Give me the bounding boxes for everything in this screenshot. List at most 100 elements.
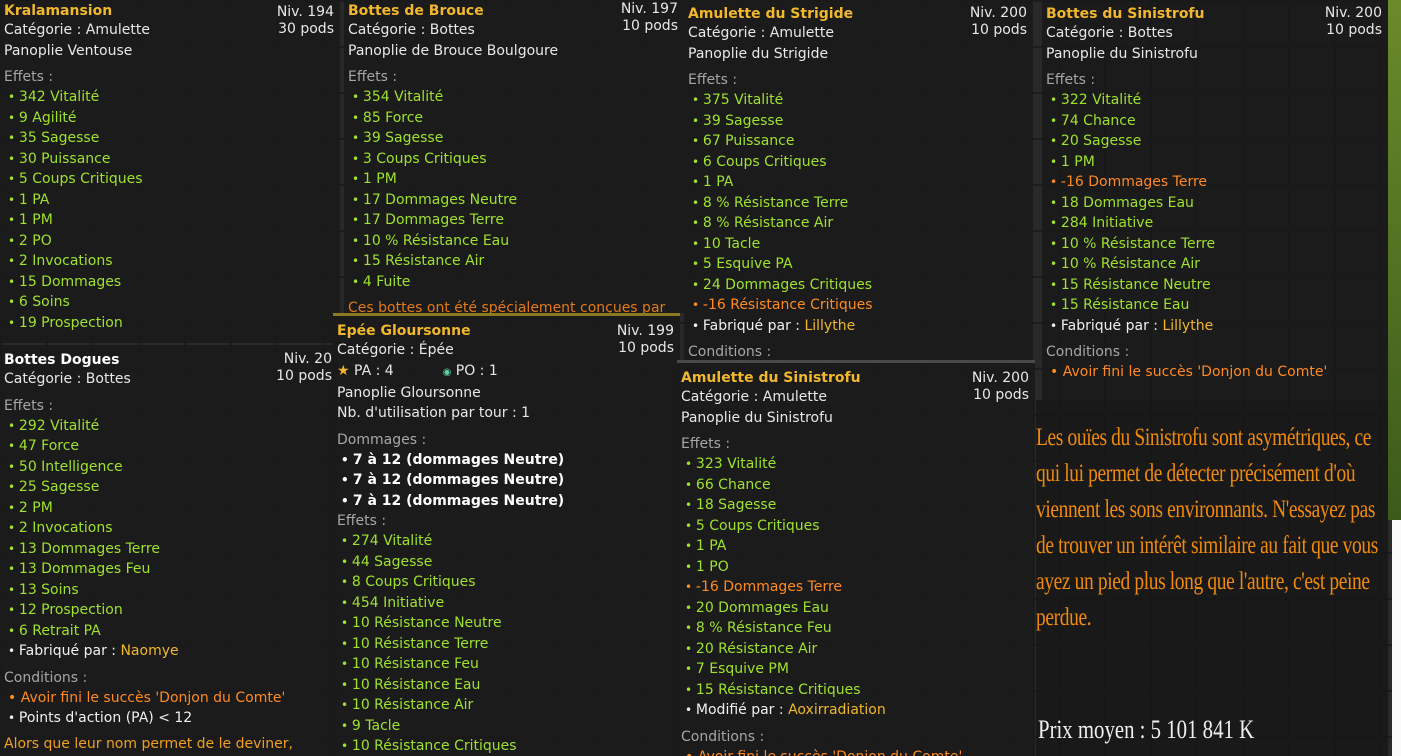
item-description: Alors que leur nom permet de le deviner,: [4, 736, 293, 752]
effects-label: Effets :: [688, 72, 738, 88]
effects-list: 375 Vitalité39 Sagesse67 Puissance6 Coup…: [688, 90, 1027, 295]
effect-line: 274 Vitalité: [337, 531, 674, 552]
effect-line: 1 PM: [1046, 152, 1382, 173]
effect-line: 6 Retrait PA: [4, 621, 332, 642]
effect-line: 8 % Résistance Feu: [681, 618, 1029, 639]
damage-list: 7 à 12 (dommages Neutre)7 à 12 (dommages…: [337, 450, 674, 512]
effect-line: 8 % Résistance Air: [688, 213, 1027, 234]
effect-line: 375 Vitalité: [688, 90, 1027, 111]
effect-line: 13 Dommages Feu: [4, 559, 332, 580]
crafted-by: Fabriqué par : Naomye: [4, 641, 332, 662]
weight-text: 10 pods: [622, 18, 678, 34]
effect-line: 323 Vitalité: [681, 454, 1029, 475]
item-set: Panoplie de Brouce Boulgoure: [348, 42, 559, 59]
effect-line: 1 PA: [688, 172, 1027, 193]
item-set: Panoplie Ventouse: [4, 42, 133, 59]
condition-item-2: Points d'action (PA) < 12: [4, 708, 332, 729]
item-lore: Les ouïes du Sinistrofu sont asymétrique…: [1036, 424, 1378, 631]
crafter-name: Naomye: [120, 643, 179, 659]
star-icon: ★: [337, 362, 350, 379]
ap-range-line: ★ PA : 4 ◉ PO : 1: [337, 361, 674, 383]
effect-line: 1 PM: [4, 210, 334, 231]
crafted-by: Fabriqué par : Lillythe: [1046, 316, 1382, 337]
effects-list: 292 Vitalité47 Force50 Intelligence25 Sa…: [4, 416, 332, 642]
damage-line: 7 à 12 (dommages Neutre): [337, 470, 674, 491]
effect-line: 284 Initiative: [1046, 213, 1382, 234]
tooltip-epee-gloursonne: Epée Gloursonne Niv. 199 10 pods Catégori…: [333, 313, 680, 756]
effect-line: 39 Sagesse: [688, 111, 1027, 132]
effect-line: 2 PO: [4, 231, 334, 252]
effect-line: 3 Coups Critiques: [348, 149, 678, 170]
effect-line: 67 Puissance: [688, 131, 1027, 152]
effect-line: 354 Vitalité: [348, 87, 678, 108]
weight-text: 10 pods: [973, 387, 1029, 403]
weight-text: 10 pods: [618, 340, 674, 356]
effects-label: Effets :: [4, 397, 54, 414]
item-level: Niv. 200 10 pods: [972, 370, 1029, 404]
effect-line: 6 Soins: [4, 292, 334, 313]
item-set: Panoplie du Strigide: [688, 45, 829, 62]
effect-line: 35 Sagesse: [4, 128, 334, 149]
effect-line: 9 Tacle: [337, 716, 674, 737]
effect-line: 13 Soins: [4, 580, 332, 601]
effect-line: 10 Résistance Feu: [337, 654, 674, 675]
effect-line: 10 % Résistance Air: [1046, 254, 1382, 275]
crafter-name: Lillythe: [1162, 317, 1214, 334]
effect-line: 20 Résistance Air: [681, 639, 1029, 660]
effect-line: 10 % Résistance Eau: [348, 231, 678, 252]
effect-line: 10 Résistance Air: [337, 695, 674, 716]
effect-line: 17 Dommages Terre: [348, 210, 678, 231]
uses-per-turn: Nb. d'utilisation par tour : 1: [337, 405, 531, 421]
weight-text: 10 pods: [971, 22, 1027, 38]
effects-label: Effets :: [348, 69, 398, 85]
window-edge: [1392, 520, 1401, 756]
tooltip-amulette-strigide: Amulette du Strigide Niv. 200 10 pods Cat…: [684, 0, 1033, 360]
effect-line: 2 Invocations: [4, 251, 334, 272]
effect-line: 10 Résistance Eau: [337, 675, 674, 696]
effect-line: 9 Agilité: [4, 108, 334, 129]
tooltip-bottes-brouce: Bottes de Brouce Niv. 197 10 pods Catégor…: [344, 0, 684, 313]
effect-line: 2 PM: [4, 498, 332, 519]
effect-line: 292 Vitalité: [4, 416, 332, 437]
level-text: Niv. 200: [1324, 5, 1382, 21]
item-set: Panoplie Gloursonne: [337, 384, 481, 401]
modified-by: Modifié par : Aoxirradiation: [681, 700, 1029, 721]
modified-label: Modifié par :: [695, 702, 789, 718]
effect-line: 10 Tacle: [688, 234, 1027, 255]
effect-line: 12 Prospection: [4, 600, 332, 621]
modifier-name: Aoxirradiation: [788, 702, 886, 718]
effect-line: 74 Chance: [1046, 111, 1382, 132]
crafted-label: Fabriqué par :: [18, 643, 121, 659]
item-set: Panoplie du Sinistrofu: [681, 409, 833, 426]
tooltip-bottes-dogues: Bottes Dogues Niv. 20 10 pods Catégorie :…: [0, 345, 338, 756]
effects-list: 342 Vitalité9 Agilité35 Sagesse30 Puissa…: [4, 87, 334, 333]
effect-line: 15 Dommages: [4, 272, 334, 293]
conditions-label: Conditions :: [1046, 344, 1130, 360]
effect-line: 17 Dommages Neutre: [348, 190, 678, 211]
item-level: Niv. 194 30 pods: [277, 4, 334, 38]
effect-line: 10 Résistance Critiques: [337, 736, 674, 756]
item-level: Niv. 200 10 pods: [970, 5, 1027, 39]
weight-text: 10 pods: [276, 368, 332, 384]
effect-line: 25 Sagesse: [4, 477, 332, 498]
effects-list: 274 Vitalité44 Sagesse8 Coups Critiques4…: [337, 531, 674, 756]
effect-line: 20 Dommages Eau: [681, 598, 1029, 619]
damage-line: 7 à 12 (dommages Neutre): [337, 450, 674, 471]
effect-line: 4 Fuite: [348, 272, 678, 293]
average-price: Prix moyen : 5 101 841 K: [1038, 715, 1255, 744]
item-description: Ces bottes ont été spécialement conçues …: [348, 300, 666, 313]
effect-line: 8 % Résistance Terre: [688, 193, 1027, 214]
item-level: Niv. 199 10 pods: [617, 323, 674, 357]
level-text: Niv. 200: [969, 5, 1027, 21]
effect-line: 10 % Résistance Terre: [1046, 234, 1382, 255]
effect-line: 7 Esquive PM: [681, 659, 1029, 680]
effects-list-top: 323 Vitalité66 Chance18 Sagesse5 Coups C…: [681, 454, 1029, 577]
effects-list: 354 Vitalité85 Force39 Sagesse3 Coups Cr…: [348, 87, 678, 292]
effects-label: Effets :: [681, 436, 731, 452]
effect-line: 5 Coups Critiques: [4, 169, 334, 190]
crafted-label: Fabriqué par :: [1060, 317, 1163, 334]
level-text: Niv. 199: [616, 323, 674, 339]
effect-line: 10 Résistance Terre: [337, 634, 674, 655]
conditions-label: Conditions :: [4, 669, 88, 686]
effect-line: 39 Sagesse: [348, 128, 678, 149]
